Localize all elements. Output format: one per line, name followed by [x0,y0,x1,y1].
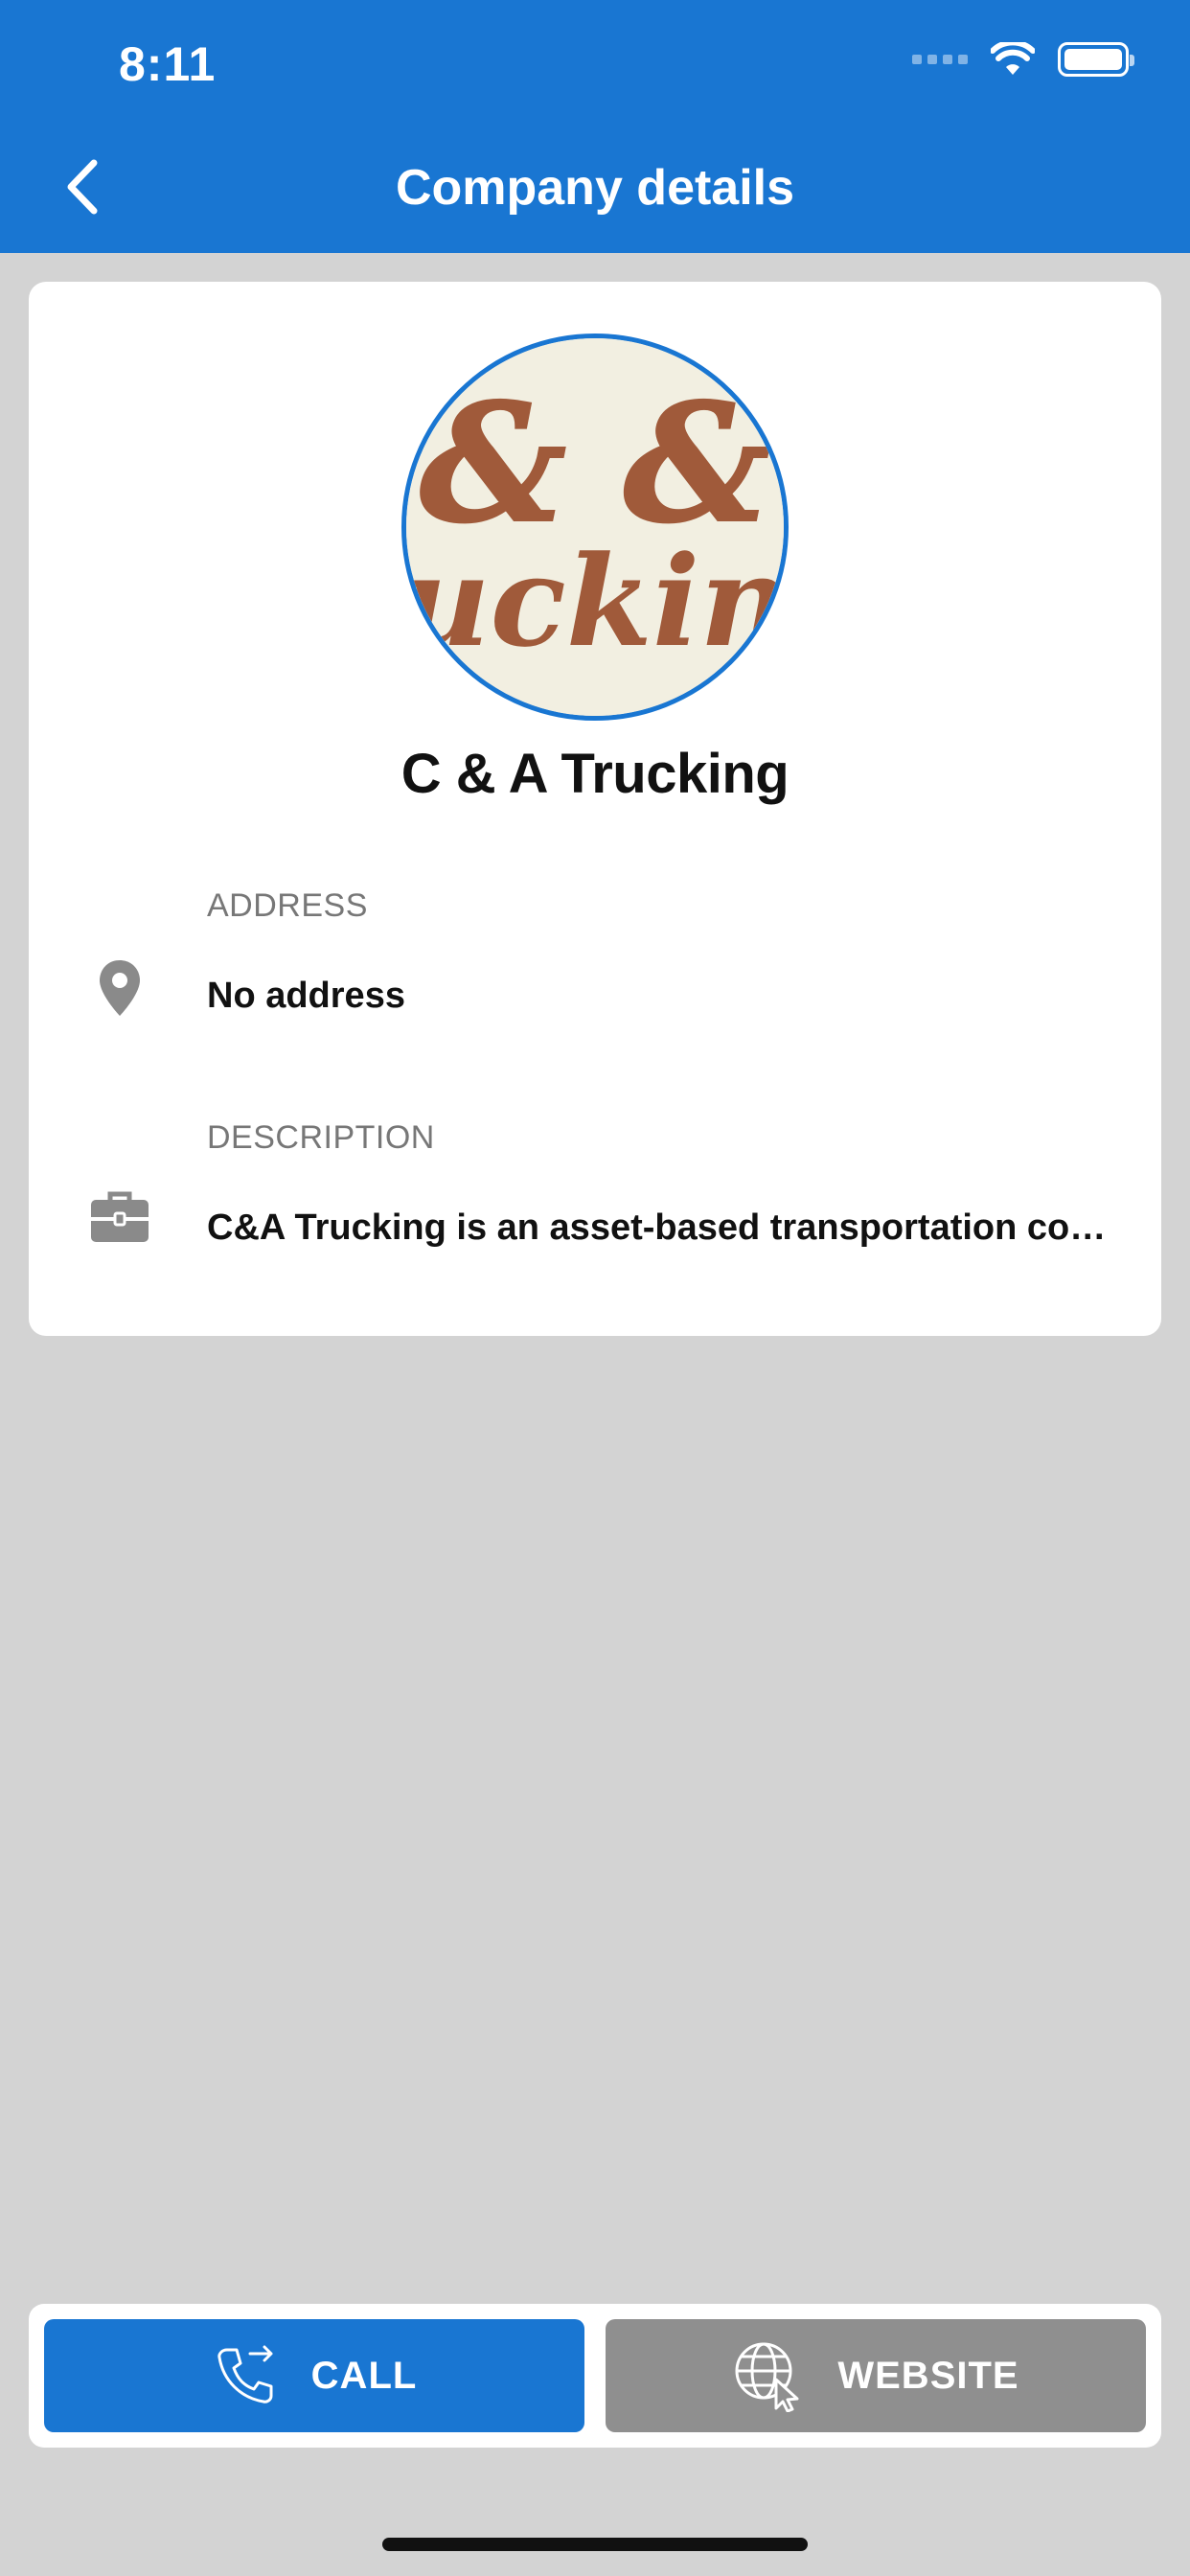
home-indicator[interactable] [382,2538,808,2551]
call-button[interactable]: CALL [44,2319,584,2432]
company-name: C & A Trucking [400,743,790,805]
signal-icon [912,55,968,64]
address-value: No address [207,976,405,1016]
page-title: Company details [395,160,795,216]
globe-cursor-icon [735,2342,799,2412]
logo-image: & & uckin [406,338,784,716]
status-time: 8:11 [119,37,217,91]
logo-text-bottom: uckin [406,528,784,675]
wifi-icon [991,42,1035,75]
company-card: & & uckin C & A Trucking ADDRESS No addr… [29,282,1161,1336]
app-header: 8:11 Company details [0,0,1190,253]
description-value: C&A Trucking is an asset-based transport… [207,1208,1113,1248]
address-label: ADDRESS [207,887,368,924]
website-button-label: WEBSITE [837,2354,1019,2397]
website-button[interactable]: WEBSITE [606,2319,1146,2432]
phone-icon [217,2345,273,2404]
briefcase-icon [91,1191,149,1242]
status-icons [912,42,1134,77]
description-row: DESCRIPTION C&A Trucking is an asset-bas… [29,1119,1161,1263]
battery-icon [1058,42,1134,77]
description-label: DESCRIPTION [207,1119,435,1156]
call-button-label: CALL [310,2354,418,2397]
company-logo: & & uckin [401,334,789,721]
address-row: ADDRESS No address [29,887,1161,1031]
action-bar: CALL WEBSITE [29,2304,1161,2448]
location-pin-icon [100,960,140,1016]
